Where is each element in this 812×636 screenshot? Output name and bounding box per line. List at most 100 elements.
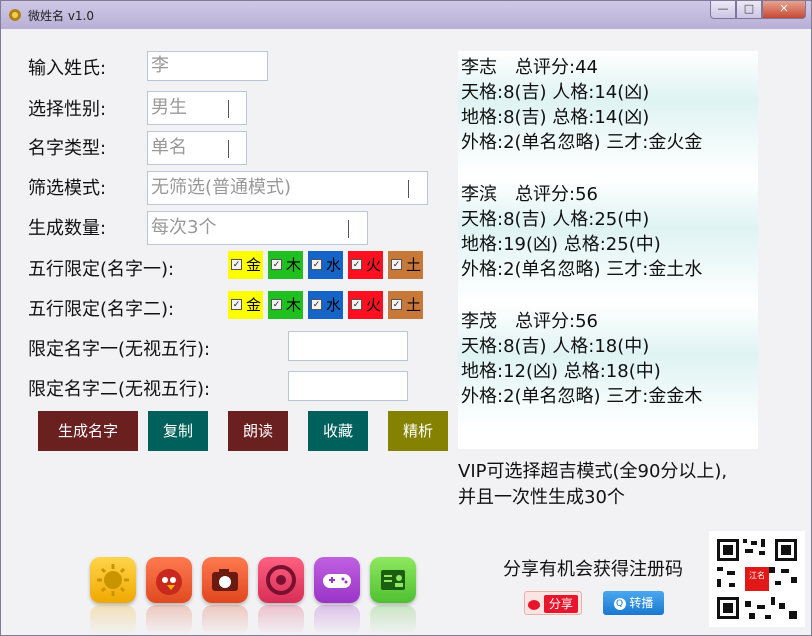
count-select[interactable]: 每次3个: [147, 211, 368, 245]
checkbox-check-icon[interactable]: ✓: [311, 299, 322, 310]
read-aloud-button[interactable]: 朗读: [228, 411, 288, 451]
results-panel: 李志 总评分:44 天格:8(吉) 人格:14(凶) 地格:8(吉) 总格:14…: [458, 51, 758, 449]
tencent-repost-label: 转播: [629, 596, 654, 610]
wuxing-checkbox-label: 火: [366, 296, 382, 314]
wuxing-checkbox-label: 木: [286, 296, 302, 314]
checkbox-check-icon[interactable]: ✓: [351, 299, 362, 310]
qr-code: 江名: [709, 531, 805, 627]
close-button[interactable]: ✕: [762, 1, 806, 19]
camera-app-icon[interactable]: [202, 557, 248, 603]
chrome-app-icon[interactable]: [258, 557, 304, 603]
wuxing-checkbox[interactable]: ✓ 土: [388, 291, 423, 319]
name-type-select-value: 单名: [151, 137, 187, 158]
count-select-value: 每次3个: [151, 217, 217, 238]
checkbox-check-icon[interactable]: ✓: [311, 259, 322, 270]
result-item[interactable]: 李茂 总评分:56 天格:8(吉) 人格:18(中) 地格:12(凶) 总格:1…: [458, 305, 758, 429]
wuxing-checkbox[interactable]: ✓ 水: [308, 251, 343, 279]
surname-input-value: 李: [151, 55, 169, 76]
weibo-icon: [528, 599, 541, 610]
copy-button[interactable]: 复制: [148, 411, 208, 451]
refine-analysis-button[interactable]: 精析: [388, 411, 448, 451]
icon-reflection: [202, 605, 248, 635]
wuxing-checkbox-label: 水: [326, 256, 342, 274]
vip-notice-line1: VIP可选择超吉模式(全90分以上),: [458, 461, 728, 482]
dropdown-divider: [348, 220, 349, 238]
dropdown-divider: [228, 140, 229, 158]
count-label: 生成数量:: [28, 218, 107, 239]
result-tian-ren: 天格:8(吉) 人格:25(中): [461, 209, 650, 230]
gender-select[interactable]: 男生: [147, 91, 247, 125]
result-name-score: 李志 总评分:44: [461, 57, 598, 78]
filter-mode-select[interactable]: 无筛选(普通模式): [147, 171, 428, 205]
wuxing-checkbox[interactable]: ✓ 火: [348, 291, 383, 319]
qr-logo-text: 江名: [749, 571, 765, 580]
wuxing-checkbox[interactable]: ✓ 火: [348, 251, 383, 279]
checkbox-check-icon[interactable]: ✓: [231, 259, 242, 270]
wuxing-checkbox-label: 金: [246, 296, 262, 314]
weibo-share-button[interactable]: 分享: [524, 591, 582, 615]
surname-input[interactable]: 李: [147, 51, 268, 81]
result-tian-ren: 天格:8(吉) 人格:18(中): [461, 336, 650, 357]
checkbox-check-icon[interactable]: ✓: [271, 259, 282, 270]
filter-mode-select-value: 无筛选(普通模式): [151, 177, 292, 198]
dropdown-divider: [228, 100, 229, 118]
minimize-button[interactable]: —: [710, 1, 736, 19]
sun-app-icon[interactable]: [90, 557, 136, 603]
favorite-button[interactable]: 收藏: [308, 411, 368, 451]
result-item[interactable]: 李志 总评分:44 天格:8(吉) 人格:14(凶) 地格:8(吉) 总格:14…: [458, 51, 758, 175]
wuxing-checkbox[interactable]: ✓ 木: [268, 251, 303, 279]
wuxing-checkbox[interactable]: ✓ 水: [308, 291, 343, 319]
result-di-zong: 地格:19(凶) 总格:25(中): [461, 234, 661, 255]
checkbox-check-icon[interactable]: ✓: [271, 299, 282, 310]
icon-reflection: [258, 605, 304, 635]
surname-label: 输入姓氏:: [28, 58, 107, 79]
checkbox-check-icon[interactable]: ✓: [231, 299, 242, 310]
wuxing-checkbox-label: 土: [406, 256, 422, 274]
icon-reflection: [146, 605, 192, 635]
tencent-weibo-icon: Q: [613, 597, 626, 610]
generate-name-button[interactable]: 生成名字: [38, 411, 138, 451]
wuxing-checkbox[interactable]: ✓ 金: [228, 251, 263, 279]
result-item[interactable]: 李滨 总评分:56 天格:8(吉) 人格:25(中) 地格:19(凶) 总格:2…: [458, 178, 758, 302]
result-wai-sancai: 外格:2(单名忽略) 三才:金金木: [461, 386, 703, 407]
wuxing1-label: 五行限定(名字一):: [28, 259, 175, 280]
name-type-select[interactable]: 单名: [147, 131, 247, 165]
title-bar: 微姓名 v1.0 — □ ✕: [1, 1, 811, 29]
wuxing-checkbox[interactable]: ✓ 金: [228, 291, 263, 319]
checkbox-check-icon[interactable]: ✓: [351, 259, 362, 270]
tencent-repost-button[interactable]: Q 转播: [603, 591, 664, 615]
result-di-zong: 地格:8(吉) 总格:14(凶): [461, 107, 650, 128]
contact-card-app-icon[interactable]: [370, 557, 416, 603]
share-promo-text: 分享有机会获得注册码: [503, 559, 683, 580]
gender-label: 选择性别:: [28, 99, 107, 120]
wuxing-checkbox[interactable]: ✓ 土: [388, 251, 423, 279]
checkbox-check-icon[interactable]: ✓: [391, 259, 402, 270]
result-name-score: 李茂 总评分:56: [461, 311, 598, 332]
result-name-score: 李滨 总评分:56: [461, 184, 598, 205]
maximize-button[interactable]: □: [736, 1, 762, 19]
game-controller-app-icon[interactable]: [314, 557, 360, 603]
fixed-name2-input[interactable]: [288, 371, 408, 401]
icon-reflection: [370, 605, 416, 635]
fixed-name1-label: 限定名字一(无视五行):: [28, 339, 211, 360]
vip-notice-line2: 并且一次性生成30个: [458, 487, 625, 508]
wuxing2-label: 五行限定(名字二):: [28, 299, 175, 320]
icon-reflection: [90, 605, 136, 635]
wuxing-checkbox[interactable]: ✓ 木: [268, 291, 303, 319]
result-tian-ren: 天格:8(吉) 人格:14(凶): [461, 82, 650, 103]
result-wai-sancai: 外格:2(单名忽略) 三才:金火金: [461, 132, 703, 153]
checkbox-check-icon[interactable]: ✓: [391, 299, 402, 310]
gender-select-value: 男生: [151, 97, 187, 118]
wuxing-checkbox-label: 木: [286, 256, 302, 274]
wuxing-checkbox-label: 水: [326, 296, 342, 314]
icon-reflection: [314, 605, 360, 635]
angry-bird-app-icon[interactable]: [146, 557, 192, 603]
main-window: 微姓名 v1.0 — □ ✕ 输入姓氏: 李 选择性别: 男生 名字类型: 单名…: [0, 0, 812, 636]
fixed-name1-input[interactable]: [288, 331, 408, 361]
dropdown-divider: [408, 180, 409, 198]
window-title: 微姓名 v1.0: [28, 9, 95, 23]
name-type-label: 名字类型:: [28, 138, 107, 159]
app-logo-icon: [9, 9, 21, 21]
result-wai-sancai: 外格:2(单名忽略) 三才:金土水: [461, 259, 703, 280]
result-di-zong: 地格:12(凶) 总格:18(中): [461, 361, 661, 382]
